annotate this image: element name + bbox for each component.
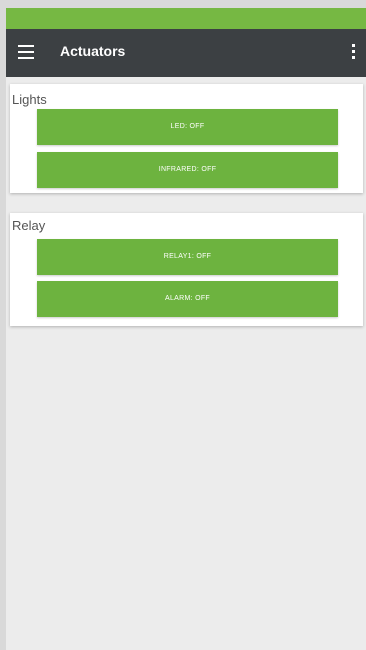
page-title: Actuators — [60, 43, 126, 59]
relay-card: Relay RELAY1: OFF ALARM: OFF — [10, 213, 363, 326]
lights-card: Lights LED: OFF INFRARED: OFF — [10, 84, 363, 193]
lights-section-title: Lights — [12, 92, 47, 107]
status-bar — [6, 8, 366, 29]
relay-section-title: Relay — [12, 218, 46, 233]
infrared-toggle-button[interactable]: INFRARED: OFF — [37, 152, 338, 188]
alarm-toggle-button[interactable]: ALARM: OFF — [37, 281, 338, 317]
hamburger-menu-icon[interactable] — [18, 45, 34, 59]
device-screen: Actuators Lights LED: OFF INFRARED: OFF … — [6, 8, 366, 650]
led-toggle-button[interactable]: LED: OFF — [37, 109, 338, 145]
more-vert-icon[interactable] — [352, 44, 356, 60]
relay1-toggle-button[interactable]: RELAY1: OFF — [37, 239, 338, 275]
toolbar: Actuators — [6, 29, 366, 77]
